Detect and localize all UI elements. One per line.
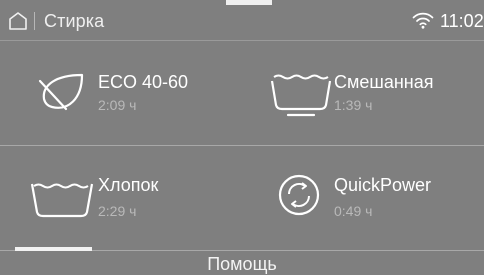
washing-machine-screen: Стирка 11:02 ECO 40-60 2:09 ч Смешанная …: [0, 0, 484, 275]
program-duration: 2:29 ч: [98, 203, 137, 219]
wash-tub-icon: [30, 183, 94, 218]
basin-icon: [270, 74, 332, 117]
home-icon[interactable]: [8, 11, 28, 31]
program-tile-eco[interactable]: ECO 40-60 2:09 ч: [0, 41, 242, 145]
clock: 11:02: [440, 11, 484, 31]
program-duration: 2:09 ч: [98, 97, 137, 113]
program-tile-cotton[interactable]: Хлопок 2:29 ч: [0, 146, 242, 250]
program-duration: 0:49 ч: [334, 203, 373, 219]
program-tile-mixed[interactable]: Смешанная 1:39 ч: [242, 41, 484, 145]
program-name: Смешанная: [334, 72, 434, 92]
program-tile-quickpower[interactable]: QuickPower 0:49 ч: [242, 146, 484, 250]
top-bar: Стирка 11:02: [0, 0, 484, 41]
program-name: QuickPower: [334, 175, 432, 195]
program-duration: 1:39 ч: [334, 97, 373, 113]
wifi-icon: [412, 12, 434, 29]
leaf-icon: [38, 73, 84, 111]
help-button[interactable]: Помощь: [0, 253, 484, 275]
pull-down-handle[interactable]: [226, 0, 272, 5]
title-divider: [34, 12, 35, 30]
quickpower-icon: [278, 174, 320, 216]
program-name: ECO 40-60: [98, 72, 189, 92]
page-title: Стирка: [44, 11, 105, 31]
page-indicator: [15, 247, 92, 251]
program-name: Хлопок: [98, 175, 159, 195]
